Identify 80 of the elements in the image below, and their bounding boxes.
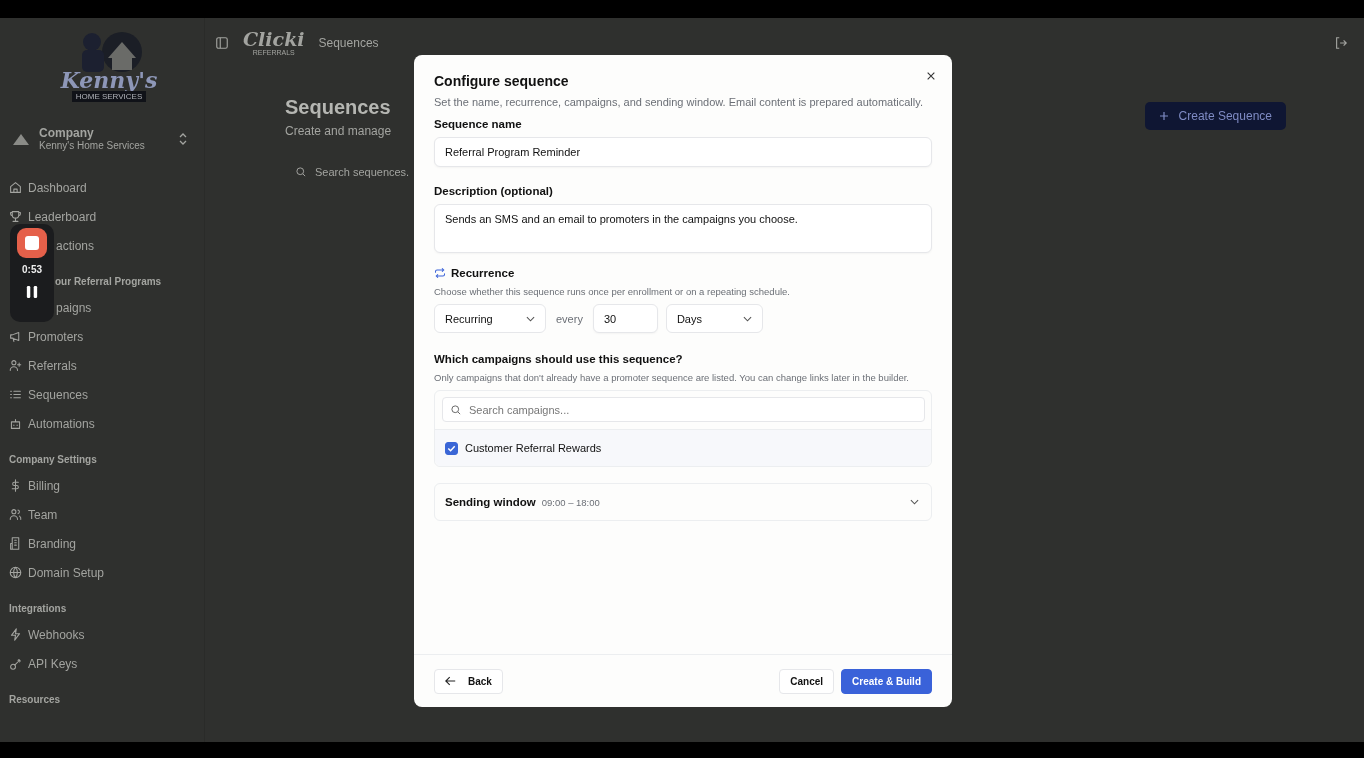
- sending-window-label: Sending window: [445, 496, 536, 508]
- chevron-down-icon: [910, 499, 919, 505]
- recurrence-select[interactable]: Recurring: [434, 304, 546, 333]
- brand-name: Clicki: [243, 30, 305, 49]
- nav-item[interactable]: paigns: [56, 300, 92, 315]
- section-heading: Company Settings: [9, 454, 97, 465]
- sending-window-panel[interactable]: Sending window 09:00 – 18:00: [434, 483, 932, 521]
- nav-item[interactable]: Dashboard: [28, 180, 87, 195]
- sidebar-toggle-icon[interactable]: [215, 36, 229, 50]
- cancel-button[interactable]: Cancel: [779, 668, 835, 694]
- nav-item[interactable]: Billing: [28, 478, 60, 493]
- sequence-name-field[interactable]: Referral Program Reminder: [434, 137, 932, 167]
- trophy-icon: [9, 210, 22, 223]
- help-text: Only campaigns that don't already have a promoter sequence are listed. You can change links later in the builder.: [434, 371, 910, 384]
- dollar-icon: [9, 479, 22, 492]
- nav-item[interactable]: Leaderboard: [28, 209, 97, 224]
- checkbox[interactable]: [445, 441, 458, 455]
- dialog-description: Set the name, recurrence, campaigns, and sending window. Email content is prepared automatically.: [434, 95, 924, 110]
- zap-icon: [9, 628, 22, 641]
- nav-item[interactable]: Domain Setup: [28, 565, 105, 580]
- nav-item[interactable]: API Keys: [28, 656, 78, 671]
- campaign-option[interactable]: Customer Referral Rewards: [435, 429, 931, 466]
- back-button[interactable]: Back: [434, 668, 503, 694]
- every-label: every: [556, 312, 583, 325]
- userplus-icon: [9, 359, 22, 372]
- nav-item[interactable]: Team: [28, 507, 58, 522]
- page-subtitle: Create and manage: [285, 124, 392, 138]
- create-build-button[interactable]: Create & Build: [841, 668, 932, 694]
- search-icon: [450, 404, 462, 416]
- plus-icon: [1158, 111, 1169, 121]
- field-label: Sequence name: [434, 118, 523, 130]
- globe-icon: [9, 566, 22, 579]
- logo-tagline: HOME SERVICES: [71, 91, 147, 102]
- megaphone-icon: [9, 330, 22, 343]
- section-label: Recurrence: [451, 267, 515, 279]
- search-icon: [295, 166, 307, 178]
- building-icon: [9, 537, 22, 550]
- nav-item[interactable]: Branding: [28, 536, 77, 551]
- unit-select[interactable]: Days: [665, 304, 763, 333]
- repeat-icon: [434, 267, 446, 279]
- nav-item[interactable]: Referrals: [28, 358, 77, 373]
- company-switcher[interactable]: Company Kenny's Home Services: [11, 126, 188, 151]
- chevron-updown-icon: [178, 131, 188, 146]
- dialog-title: Configure sequence: [434, 73, 570, 89]
- nav-item[interactable]: Webhooks: [28, 627, 85, 642]
- create-sequence-button[interactable]: Create Sequence: [1144, 102, 1286, 130]
- campaign-search-field[interactable]: Search campaigns...: [442, 397, 925, 422]
- breadcrumb[interactable]: Sequences: [318, 36, 379, 50]
- stop-recording-button[interactable]: [17, 228, 47, 258]
- recording-time: 0:53: [22, 264, 42, 275]
- chevron-down-icon: [742, 315, 752, 322]
- section-heading: Integrations: [9, 603, 67, 614]
- arrow-left-icon: [445, 676, 456, 686]
- bot-icon: [9, 417, 22, 430]
- nav-item[interactable]: Promoters: [28, 329, 84, 344]
- pause-icon[interactable]: [26, 285, 38, 299]
- nav-item[interactable]: Automations: [28, 416, 95, 431]
- logo-name: Kenny's: [60, 69, 158, 91]
- campaign-name: Customer Referral Rewards: [465, 442, 602, 454]
- section-label: Which campaigns should use this sequence?: [434, 353, 684, 365]
- description-field[interactable]: Sends an SMS and an email to promoters in the campaigns you choose.: [434, 204, 932, 253]
- nav-item[interactable]: Sequences: [28, 387, 89, 402]
- field-label: Description (optional): [434, 185, 554, 197]
- logout-icon[interactable]: [1334, 36, 1348, 50]
- chevron-down-icon: [526, 315, 535, 322]
- nav-item[interactable]: actions: [56, 238, 95, 253]
- section-heading: our Referral Programs: [55, 276, 162, 287]
- page-title: Sequences: [285, 96, 392, 119]
- users-icon: [9, 508, 22, 521]
- search-field[interactable]: Search sequences.: [285, 166, 1286, 178]
- key-icon: [9, 657, 22, 670]
- sending-window-time: 09:00 – 18:00: [541, 496, 600, 508]
- close-icon[interactable]: [926, 71, 936, 81]
- help-text: Choose whether this sequence runs once per enrollment or on a repeating schedule.: [434, 285, 791, 298]
- interval-field[interactable]: 30: [592, 304, 658, 333]
- list-icon: [9, 388, 22, 401]
- section-heading: Resources: [9, 694, 61, 705]
- company-name: Kenny's Home Services: [39, 140, 146, 151]
- company-label: Company: [39, 126, 95, 140]
- home-icon: [9, 181, 22, 194]
